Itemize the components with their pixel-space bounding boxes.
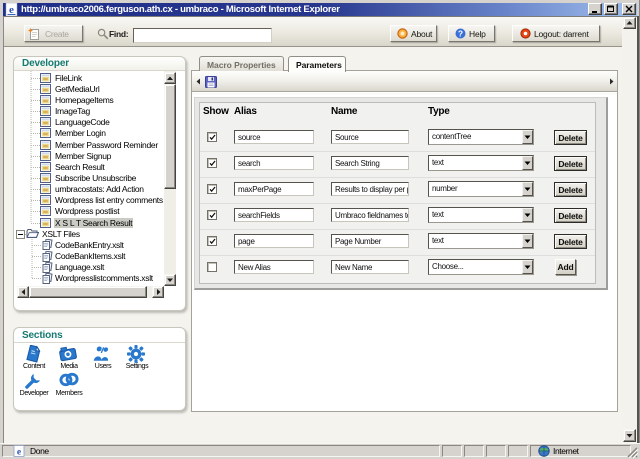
svg-text:?: ? — [458, 29, 463, 39]
svg-text:e: e — [17, 448, 21, 458]
